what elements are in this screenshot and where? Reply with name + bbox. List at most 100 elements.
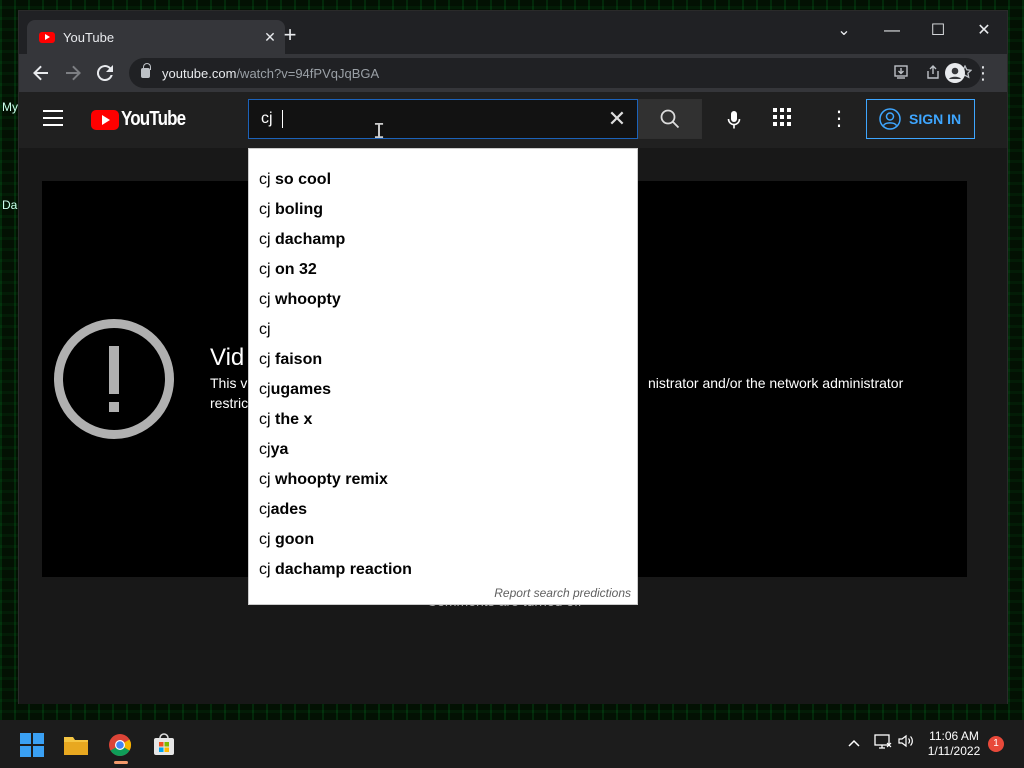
browser-toolbar: youtube.com /watch?v=94fPVqJqBGA ⋮ — [19, 54, 1007, 92]
desktop-label-2[interactable]: Da — [2, 156, 18, 254]
reload-icon — [96, 65, 113, 82]
search-suggestion[interactable]: cj ugames — [249, 375, 637, 405]
suggestion-completion-text: whoopty — [270, 291, 341, 308]
suggestion-completion-text: the x — [270, 411, 313, 428]
youtube-logo-text: YouTube — [121, 108, 186, 130]
address-bar[interactable]: youtube.com /watch?v=94fPVqJqBGA — [129, 58, 981, 88]
search-suggestion[interactable]: cj ya — [249, 435, 637, 465]
address-bar-actions — [885, 63, 981, 82]
youtube-logo[interactable]: YouTube — [91, 108, 197, 131]
suggestion-typed-text: cj — [259, 231, 271, 248]
sign-in-button[interactable]: SIGN IN — [866, 99, 975, 139]
error-message-end: nistrator and/or the network administrat… — [648, 375, 904, 391]
hamburger-menu-icon[interactable] — [43, 110, 63, 126]
tab-youtube[interactable]: YouTube ✕ — [27, 20, 285, 54]
suggestion-typed-text: cj — [259, 561, 271, 578]
suggestion-completion-text: dachamp — [270, 231, 346, 248]
text-caret — [282, 110, 283, 128]
suggestion-typed-text: cj — [259, 171, 271, 188]
tab-search-chevron-down-icon[interactable]: ⌄ — [821, 17, 867, 47]
close-window-button[interactable]: ✕ — [961, 17, 1007, 47]
url-host: youtube.com — [162, 65, 237, 81]
chrome-taskbar-button[interactable] — [102, 728, 138, 764]
desktop-icon-labels: My Da — [2, 58, 18, 254]
suggestion-completion-text: whoopty remix — [270, 471, 388, 488]
search-icon — [660, 109, 680, 129]
search-suggestion[interactable]: cj whoopty remix — [249, 465, 637, 495]
suggestion-typed-text: cj — [259, 381, 271, 398]
url-path: /watch?v=94fPVqJqBGA — [236, 65, 380, 81]
suggestion-typed-text: cj — [259, 411, 271, 428]
forward-button[interactable] — [59, 59, 87, 87]
browser-menu-icon[interactable]: ⋮ — [969, 59, 997, 87]
clear-search-icon[interactable]: ✕ — [597, 106, 637, 132]
suggestion-typed-text: cj — [259, 291, 271, 308]
chrome-icon — [109, 734, 131, 756]
suggestion-typed-text: cj — [259, 201, 271, 218]
notification-badge[interactable]: 1 — [988, 736, 1004, 752]
suggestion-typed-text: cj — [259, 261, 271, 278]
tab-title: YouTube — [63, 29, 115, 45]
reload-button[interactable] — [91, 59, 119, 87]
youtube-favicon-icon — [39, 31, 55, 43]
search-suggestion[interactable]: cj ades — [249, 495, 637, 525]
search-suggestion[interactable]: cj goon — [249, 525, 637, 555]
error-title: Vid — [210, 344, 245, 371]
search-box[interactable]: ✕ — [248, 99, 638, 139]
settings-more-icon[interactable]: ⋮ — [827, 106, 851, 132]
report-search-predictions-link[interactable]: Report search predictions — [494, 586, 631, 600]
profile-button[interactable] — [945, 63, 965, 83]
suggestion-completion-text: so cool — [270, 171, 332, 188]
search-suggestion[interactable]: cj on 32 — [249, 255, 637, 285]
search-suggestion[interactable]: cj dachamp — [249, 225, 637, 255]
suggestion-typed-text: cj — [259, 351, 271, 368]
suggestion-completion-text: boling — [270, 201, 323, 218]
maximize-button[interactable]: ☐ — [915, 17, 961, 47]
mouse-ibeam-cursor-icon: I — [373, 119, 386, 143]
suggestion-typed-text: cj — [259, 501, 271, 518]
volume-icon[interactable] — [898, 734, 914, 751]
suggestion-typed-text: cj — [259, 321, 271, 338]
suggestion-completion-text: faison — [270, 351, 323, 368]
windows-logo-icon — [20, 733, 44, 757]
search-suggestion[interactable]: cj the x — [249, 405, 637, 435]
start-button[interactable] — [14, 728, 50, 762]
suggestion-list: cj so cool cj boling cj dachamp cj on 32 cj … — [249, 165, 637, 585]
voice-search-button[interactable] — [714, 100, 754, 140]
minimize-button[interactable]: — — [869, 17, 915, 47]
suggestion-completion-text: ades — [270, 501, 308, 518]
network-icon[interactable] — [874, 734, 892, 753]
exclamation-circle-icon — [54, 319, 174, 439]
search-button[interactable] — [638, 99, 702, 139]
back-button[interactable] — [27, 59, 55, 87]
search-suggestion[interactable]: cj boling — [249, 195, 637, 225]
file-explorer-button[interactable] — [58, 728, 94, 762]
apps-grid-icon[interactable] — [773, 108, 799, 134]
suggestion-completion-text: ya — [270, 441, 289, 458]
clock-time: 11:06 AM — [929, 729, 979, 743]
show-hidden-icons-chevron-up-icon[interactable] — [848, 734, 860, 750]
suggestion-completion-text: on 32 — [270, 261, 317, 278]
search-suggestion[interactable]: cj — [249, 315, 637, 345]
sign-in-label: SIGN IN — [909, 111, 962, 127]
desktop-label-1[interactable]: My — [2, 58, 18, 156]
search-suggestion[interactable]: cj so cool — [249, 165, 637, 195]
system-clock[interactable]: 11:06 AM 1/11/2022 — [922, 729, 986, 759]
search-suggestion[interactable]: cj faison — [249, 345, 637, 375]
error-message-line2: restric — [210, 395, 249, 411]
user-circle-icon — [879, 108, 901, 130]
youtube-play-icon — [91, 109, 119, 130]
youtube-masthead: YouTube ✕ I ⋮ — [19, 92, 1007, 148]
error-message-start: This v — [210, 375, 248, 391]
microsoft-store-button[interactable] — [146, 728, 182, 762]
arrow-right-icon — [66, 65, 81, 81]
search-suggestion[interactable]: cj dachamp reaction — [249, 555, 637, 585]
suggestion-completion-text: ugames — [270, 381, 332, 398]
new-tab-button[interactable]: + — [277, 23, 303, 49]
search-input[interactable] — [261, 110, 281, 128]
search-suggestion[interactable]: cj whoopty — [249, 285, 637, 315]
lock-icon[interactable] — [141, 63, 151, 78]
install-app-icon[interactable] — [885, 64, 917, 82]
clock-date: 1/11/2022 — [927, 744, 981, 758]
suggestion-completion-text: dachamp reaction — [270, 561, 412, 578]
